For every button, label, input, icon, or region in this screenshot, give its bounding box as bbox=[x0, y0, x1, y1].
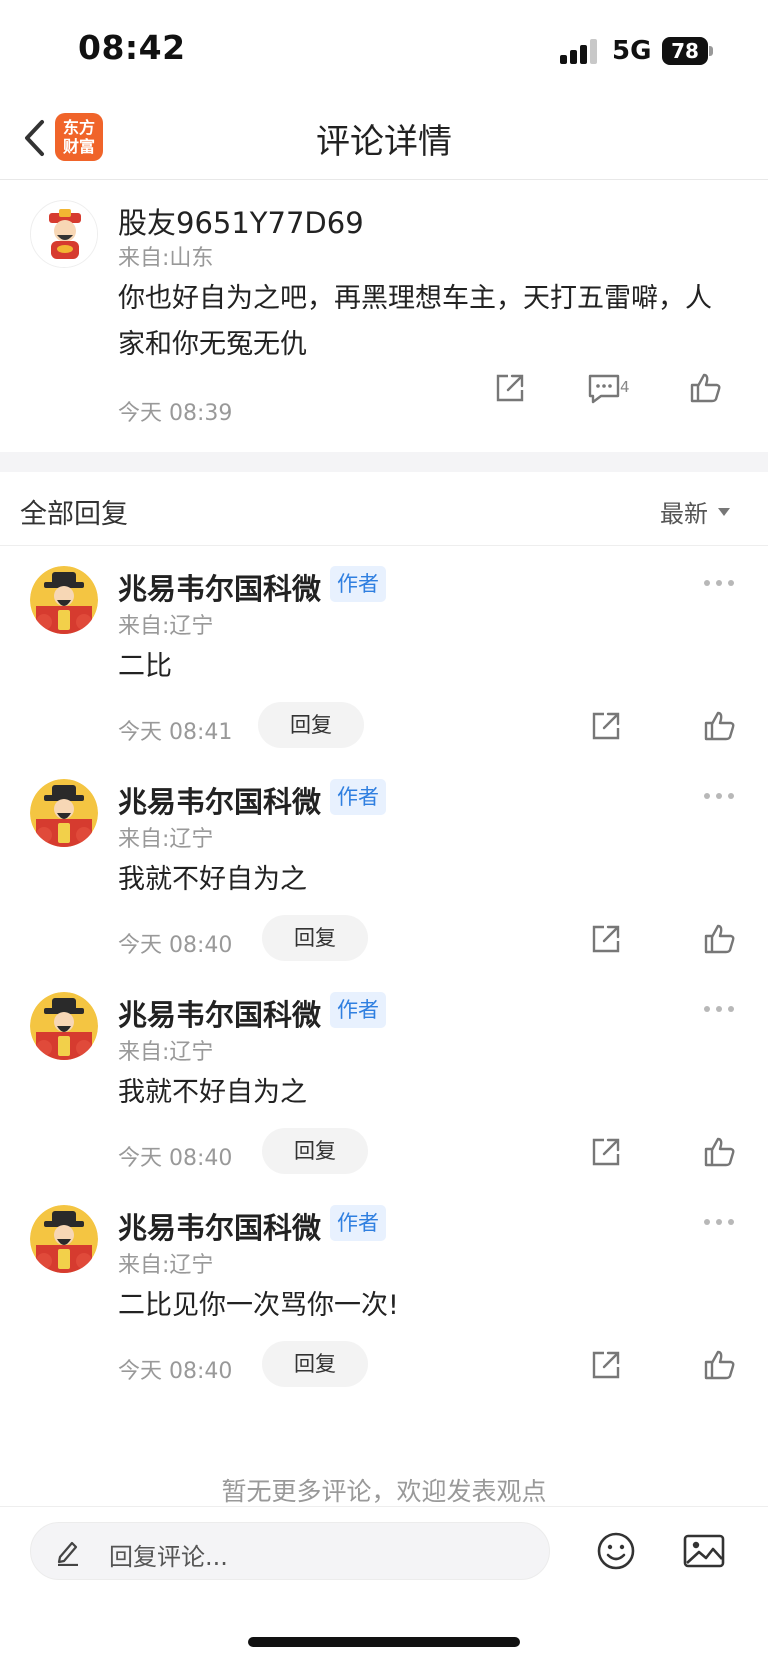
avatar[interactable] bbox=[30, 200, 98, 268]
main-comment: 股友9651Y77D69 来自:山东 你也好自为之吧，再黑理想车主，天打五雷噼，… bbox=[0, 180, 768, 452]
reply-username[interactable]: 兆易韦尔国科微 bbox=[118, 566, 321, 608]
battery-level: 78 bbox=[662, 37, 708, 65]
nav-bar: 东方 财富 评论详情 bbox=[0, 96, 768, 180]
sort-dropdown[interactable]: 最新 bbox=[660, 494, 730, 529]
more-dots-icon bbox=[704, 793, 710, 799]
reply-button[interactable]: 回复 bbox=[262, 1341, 368, 1387]
caishen-avatar-icon bbox=[30, 1205, 98, 1273]
network-type: 5G bbox=[612, 36, 652, 66]
avatar[interactable] bbox=[30, 779, 98, 847]
more-options-button[interactable] bbox=[704, 1219, 734, 1225]
thumbs-up-icon bbox=[704, 711, 735, 741]
reply-username[interactable]: 兆易韦尔国科微 bbox=[118, 992, 321, 1034]
reply-location: 来自:辽宁 bbox=[118, 1253, 214, 1278]
share-icon bbox=[592, 712, 620, 740]
reply-text: 我就不好自为之 bbox=[118, 1077, 307, 1108]
share-button[interactable] bbox=[586, 919, 626, 959]
like-button[interactable] bbox=[700, 1345, 740, 1385]
author-badge: 作者 bbox=[330, 992, 386, 1028]
emoji-button[interactable] bbox=[592, 1527, 640, 1575]
like-button[interactable] bbox=[700, 919, 740, 959]
share-icon bbox=[592, 1351, 620, 1379]
reply-location: 来自:辽宁 bbox=[118, 614, 214, 639]
like-button[interactable] bbox=[686, 368, 726, 408]
reply-text: 我就不好自为之 bbox=[118, 864, 307, 895]
share-button[interactable] bbox=[586, 1132, 626, 1172]
avatar[interactable] bbox=[30, 992, 98, 1060]
reply-input[interactable]: 回复评论... bbox=[30, 1522, 550, 1580]
more-dots-icon bbox=[704, 580, 710, 586]
sort-label: 最新 bbox=[660, 500, 708, 528]
location: 来自:山东 bbox=[118, 246, 214, 271]
author-badge: 作者 bbox=[330, 779, 386, 815]
no-more-comments: 暂无更多评论，欢迎发表观点 bbox=[221, 1477, 547, 1506]
caishen-avatar-icon bbox=[30, 779, 98, 847]
reply-location: 来自:辽宁 bbox=[118, 827, 214, 852]
home-indicator[interactable] bbox=[248, 1637, 520, 1647]
reply-text: 二比见你一次骂你一次! bbox=[118, 1290, 399, 1321]
author-badge: 作者 bbox=[330, 566, 386, 602]
thumbs-up-icon bbox=[704, 1137, 735, 1167]
avatar[interactable] bbox=[30, 1205, 98, 1273]
replies-title: 全部回复 bbox=[20, 499, 128, 530]
share-icon bbox=[496, 374, 524, 402]
reply-location: 来自:辽宁 bbox=[118, 1040, 214, 1065]
caishen-avatar-icon bbox=[30, 992, 98, 1060]
share-button[interactable] bbox=[586, 706, 626, 746]
pen-icon bbox=[57, 1541, 78, 1566]
comment-text: 你也好自为之吧，再黑理想车主，天打五雷噼，人家和你无冤无仇 bbox=[118, 283, 712, 360]
share-button[interactable] bbox=[586, 1345, 626, 1385]
reply-button[interactable]: 回复 bbox=[258, 702, 364, 748]
caishen-avatar-icon bbox=[30, 566, 98, 634]
reply-input-placeholder: 回复评论... bbox=[109, 1543, 228, 1571]
reply-text: 二比 bbox=[118, 651, 172, 682]
reply-item: 兆易韦尔国科微 作者来自:辽宁我就不好自为之今天 08:40 回复 bbox=[0, 759, 768, 985]
signal-icon bbox=[560, 38, 602, 64]
image-icon bbox=[683, 1534, 725, 1568]
avatar[interactable] bbox=[30, 566, 98, 634]
like-button[interactable] bbox=[700, 1132, 740, 1172]
reply-item: 兆易韦尔国科微 作者来自:辽宁我就不好自为之今天 08:40 回复 bbox=[0, 972, 768, 1198]
thumbs-up-icon bbox=[704, 1350, 735, 1380]
thumbs-up-icon bbox=[704, 924, 735, 954]
more-dots-icon bbox=[704, 1219, 710, 1225]
reply-username[interactable]: 兆易韦尔国科微 bbox=[118, 1205, 321, 1247]
author-badge: 作者 bbox=[330, 1205, 386, 1241]
more-dots-icon bbox=[704, 1006, 710, 1012]
reply-time: 今天 08:40 bbox=[118, 1146, 233, 1171]
bottom-bar: 回复评论... bbox=[0, 1506, 768, 1663]
more-options-button[interactable] bbox=[704, 793, 734, 799]
share-button[interactable] bbox=[490, 368, 530, 408]
comment-icon bbox=[588, 374, 620, 404]
share-icon bbox=[592, 1138, 620, 1166]
reply-time: 今天 08:41 bbox=[118, 720, 233, 745]
page-title: 评论详情 bbox=[316, 122, 452, 162]
status-bar: 08:42 5G 78 bbox=[0, 0, 768, 96]
image-button[interactable] bbox=[680, 1527, 728, 1575]
battery-icon: 78 bbox=[662, 37, 713, 65]
username[interactable]: 股友9651Y77D69 bbox=[118, 200, 364, 242]
comment-time: 今天 08:39 bbox=[118, 401, 233, 426]
reply-count: 4 bbox=[620, 378, 630, 396]
reply-item: 兆易韦尔国科微 作者来自:辽宁二比见你一次骂你一次! 今天 08:40 回复 bbox=[0, 1185, 768, 1411]
share-icon bbox=[592, 925, 620, 953]
status-time: 08:42 bbox=[78, 28, 186, 67]
reply-item: 兆易韦尔国科微 作者来自:辽宁二比今天 08:41 回复 bbox=[0, 546, 768, 772]
reply-button[interactable]: 回复 bbox=[262, 1128, 368, 1174]
section-divider bbox=[0, 452, 768, 472]
reply-button[interactable]: 回复 bbox=[262, 915, 368, 961]
reply-username[interactable]: 兆易韦尔国科微 bbox=[118, 779, 321, 821]
like-button[interactable] bbox=[700, 706, 740, 746]
replies-header: 全部回复 最新 bbox=[0, 472, 768, 546]
reply-time: 今天 08:40 bbox=[118, 933, 233, 958]
caishen-avatar-icon bbox=[31, 201, 97, 267]
comment-button[interactable] bbox=[584, 368, 624, 408]
more-options-button[interactable] bbox=[704, 1006, 734, 1012]
caret-down-icon bbox=[718, 507, 730, 516]
smiley-icon bbox=[597, 1532, 635, 1570]
more-options-button[interactable] bbox=[704, 580, 734, 586]
thumbs-up-icon bbox=[690, 373, 721, 403]
reply-time: 今天 08:40 bbox=[118, 1359, 233, 1384]
